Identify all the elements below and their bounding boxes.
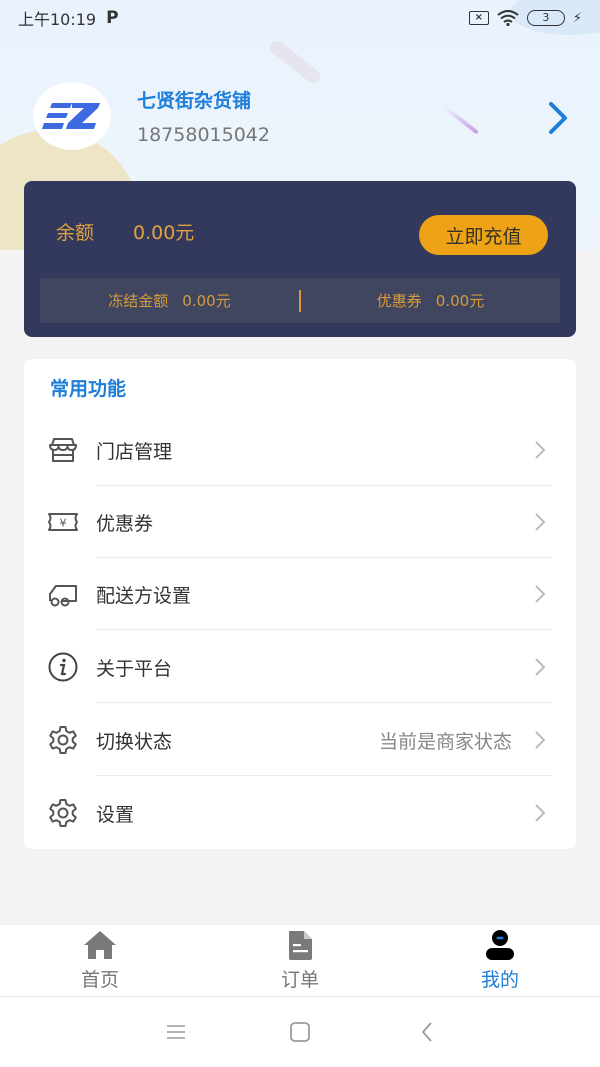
bolt-icon: ⚡ [572,10,582,26]
battery-level: 3 [542,11,550,24]
sim-x-icon: × [468,11,489,25]
menu-icon [167,1025,185,1039]
truck-icon [49,585,77,607]
menu-item-switch-status[interactable]: 切换状态 当前是商家状态 [24,704,576,776]
document-icon [289,931,312,960]
wallet-sub-panel: 冻结金额 0.00元 优惠券 0.00元 [40,278,560,323]
menu-item-about-platform[interactable]: 关于平台 [24,631,576,703]
bottom-tab-bar: 首页 订单 我的 [0,925,600,997]
menu-item-label: 门店管理 [96,440,173,463]
menu-item-coupon[interactable]: ¥ 优惠券 [24,486,576,558]
chevron-right-icon [535,585,546,603]
menu-item-settings[interactable]: 设置 [24,777,576,849]
menu-item-delivery-settings[interactable]: 配送方设置 [24,558,576,630]
tab-label: 订单 [280,969,319,991]
divider [96,774,552,776]
balance-label: 余额 [56,222,95,244]
ez-logo-icon [42,103,100,129]
info-icon [48,652,78,682]
shop-name: 七贤街杂货铺 [137,90,252,112]
chevron-right-icon [535,513,546,531]
status-bar: 上午10:19 P × 3 ⚡ [0,0,600,36]
menu-item-label: 关于平台 [96,657,173,680]
menu-item-label: 设置 [96,803,135,826]
user-icon [486,930,514,960]
wallet-card: 余额 0.00元 立即充值 冻结金额 0.00元 优惠券 0.00元 [24,181,576,337]
coupon-icon: ¥ [48,513,78,531]
chevron-right-icon [535,804,546,822]
recharge-button[interactable]: 立即充值 [419,215,548,255]
chevron-right-icon [535,658,546,676]
battery-icon: 3 [526,10,565,26]
coupon-amount[interactable]: 优惠券 0.00元 [301,290,560,311]
divider [96,628,552,630]
functions-title: 常用功能 [50,378,127,400]
chevron-right-icon[interactable] [542,98,572,138]
square-icon [290,1022,310,1042]
home-icon [84,931,116,959]
coupon-value: 0.00元 [435,292,485,310]
gear-icon [49,799,77,827]
menu-item-store-management[interactable]: 门店管理 [24,414,576,486]
tab-home[interactable]: 首页 [0,925,200,996]
chevron-right-icon [535,441,546,459]
menu-item-label: 优惠券 [96,512,154,535]
avatar[interactable] [33,82,111,150]
tab-label: 我的 [480,969,519,991]
status-time: 上午10:19 [18,10,97,29]
tab-orders[interactable]: 订单 [200,925,400,996]
home-button[interactable] [285,1017,315,1047]
balance-value: 0.00元 [133,222,195,244]
decorative-streak [267,38,323,86]
frozen-value: 0.00元 [182,292,231,310]
menu-button[interactable] [161,1017,191,1047]
shop-phone: 18758015042 [137,124,270,146]
menu-item-label: 配送方设置 [96,584,192,607]
menu-item-label: 切换状态 [96,730,173,753]
tab-label: 首页 [80,969,119,991]
gear-icon [49,726,77,754]
svg-text:¥: ¥ [60,517,67,530]
frozen-amount: 冻结金额 0.00元 [40,290,299,311]
back-icon [421,1022,432,1042]
frozen-label: 冻结金额 [108,292,169,310]
functions-card: 常用功能 门店管理 ¥ 优惠券 配送方设置 关于平台 切换状态 当前是商家状态 … [24,359,576,849]
coupon-label: 优惠券 [376,292,422,310]
tab-mine[interactable]: 我的 [400,925,600,996]
profile-header[interactable]: 七贤街杂货铺 18758015042 [0,80,600,160]
back-button[interactable] [412,1017,442,1047]
current-status-text: 当前是商家状态 [378,730,512,753]
divider [96,701,552,703]
store-icon [49,438,77,462]
wifi-icon [497,10,519,26]
system-navigation-bar [0,997,600,1067]
p-icon: P [106,8,119,28]
chevron-right-icon [535,731,546,749]
